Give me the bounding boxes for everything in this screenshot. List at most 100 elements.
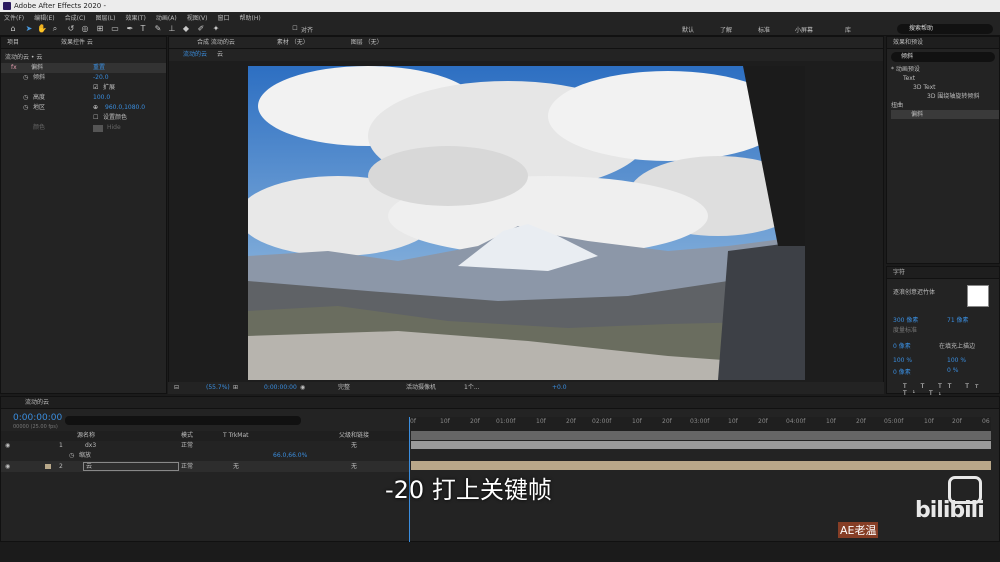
roto-brush-icon[interactable]: ✐ xyxy=(196,24,206,34)
tab-layer[interactable]: 图层 （无） xyxy=(351,39,383,46)
workspace-library[interactable]: 库 xyxy=(845,25,851,34)
skew-value[interactable]: -20.0 xyxy=(93,73,109,83)
mask-tool-icon[interactable]: ▭ xyxy=(110,24,120,34)
snapshot-icon[interactable]: ◉ xyxy=(300,382,305,394)
exposure-value[interactable]: +0.0 xyxy=(552,382,567,394)
workspace-small-screen[interactable]: 小屏幕 xyxy=(795,25,813,34)
timeline-tab[interactable]: 流动的云 xyxy=(1,397,999,409)
eye-icon[interactable]: ◉ xyxy=(5,441,10,451)
help-search-input[interactable]: 搜索帮助 xyxy=(897,24,993,34)
vertical-scale-value[interactable]: 100 % xyxy=(893,357,912,364)
tree-item[interactable]: Text xyxy=(891,74,999,83)
effects-search-input[interactable]: 倾斜 xyxy=(891,52,995,62)
stopwatch-icon[interactable]: ◷ xyxy=(69,451,74,461)
eraser-tool-icon[interactable]: ◆ xyxy=(181,24,191,34)
workspace-default[interactable]: 默认 xyxy=(682,25,694,34)
layer-parent[interactable]: 无 xyxy=(351,461,357,472)
brush-tool-icon[interactable]: ✎ xyxy=(153,24,163,34)
workspace-standard[interactable]: 标准 xyxy=(758,25,770,34)
zoom-tool-icon[interactable]: ⌕ xyxy=(50,24,60,34)
layer-row-selected[interactable]: ◉ 2 云 正常 无 无 xyxy=(1,461,409,472)
clone-tool-icon[interactable]: ⊥ xyxy=(167,24,177,34)
menu-view[interactable]: 视图(V) xyxy=(187,13,208,22)
stopwatch-icon[interactable]: ◷ xyxy=(23,103,28,113)
preview-icon[interactable]: ⊟ xyxy=(174,382,179,394)
home-icon[interactable]: ⌂ xyxy=(8,24,18,34)
stroke-width-value[interactable]: 0 像素 xyxy=(893,341,911,350)
eye-icon[interactable]: ◉ xyxy=(5,461,10,472)
timeline-timecode[interactable]: 0:00:00:00 xyxy=(13,413,62,423)
layer-mode[interactable]: 正常 xyxy=(181,441,193,451)
menu-file[interactable]: 文件(F) xyxy=(4,13,24,22)
kerning-dropdown[interactable]: 度量标准 xyxy=(893,325,917,334)
menu-layer[interactable]: 图层(L) xyxy=(96,13,116,22)
camera-tool-icon[interactable]: ◎ xyxy=(80,24,90,34)
current-timecode[interactable]: 0:00:00:00 xyxy=(264,382,297,394)
type-tool-icon[interactable]: T xyxy=(138,24,148,34)
scale-value[interactable]: 66.0,66.0% xyxy=(273,451,307,461)
camera-dropdown[interactable]: 活动摄像机 xyxy=(406,382,436,394)
menu-animation[interactable]: 动画(A) xyxy=(156,13,177,22)
layer-trkmat[interactable]: 无 xyxy=(233,461,239,472)
color-swatch[interactable] xyxy=(93,125,103,132)
subtab-clouds[interactable]: 云 xyxy=(217,51,223,58)
grid-icon[interactable]: ⊞ xyxy=(233,382,238,394)
layer-row[interactable]: ◉ 1 dx3 正常 无 xyxy=(1,441,409,451)
selection-tool-icon[interactable]: ➤ xyxy=(24,24,34,34)
menu-window[interactable]: 窗口 xyxy=(217,13,229,22)
font-size-value[interactable]: 300 像素 xyxy=(893,315,918,324)
stroke-mode-dropdown[interactable]: 在填充上描边 xyxy=(939,341,975,350)
font-dropdown[interactable]: 逐浪创意迟竹体 xyxy=(893,287,935,296)
tab-project[interactable]: 项目 xyxy=(7,39,19,46)
tab-footage[interactable]: 素材 （无） xyxy=(277,39,309,46)
effect-header-row[interactable]: fx 偏斜 重置 xyxy=(1,63,166,73)
tree-item[interactable]: 3D Text xyxy=(891,83,999,92)
property-label: 缩放 xyxy=(79,452,92,459)
horizontal-scale-value[interactable]: 100 % xyxy=(947,357,966,364)
layer-mode[interactable]: 正常 xyxy=(181,461,193,472)
tab-composition[interactable]: 合成 流动的云 xyxy=(197,39,235,46)
pan-behind-tool-icon[interactable]: ⊞ xyxy=(95,24,105,34)
puppet-tool-icon[interactable]: ✦ xyxy=(211,24,221,34)
views-dropdown[interactable]: 1个... xyxy=(464,382,480,394)
text-style-buttons[interactable]: T T TT Tт T¹ T₁ xyxy=(903,383,999,397)
layer-bar-1[interactable] xyxy=(411,441,991,449)
reset-link[interactable]: 重置 xyxy=(93,63,105,73)
timeline-search-input[interactable] xyxy=(65,416,301,425)
height-value[interactable]: 100.0 xyxy=(93,93,110,103)
checkbox-icon[interactable]: ☐ xyxy=(93,113,98,123)
zoom-dropdown[interactable]: (55.7%) xyxy=(206,382,230,394)
tree-item[interactable]: 3D 围绕轴旋转倾斜 xyxy=(891,92,999,101)
fill-color-swatch[interactable] xyxy=(967,285,989,307)
menu-composition[interactable]: 合成(C) xyxy=(65,13,86,22)
tree-item-selected[interactable]: 偏斜 xyxy=(891,110,999,119)
menu-help[interactable]: 帮助(H) xyxy=(240,13,261,22)
baseline-value[interactable]: 0 像素 xyxy=(893,367,911,376)
label-color-swatch[interactable] xyxy=(45,464,51,469)
stopwatch-icon[interactable]: ◷ xyxy=(23,73,28,83)
subtab-flowing-clouds[interactable]: 流动的云 xyxy=(183,51,207,58)
rotate-tool-icon[interactable]: ↺ xyxy=(66,24,76,34)
menu-edit[interactable]: 编辑(E) xyxy=(34,13,54,22)
pen-tool-icon[interactable]: ✒ xyxy=(125,24,135,34)
menu-effect[interactable]: 效果(T) xyxy=(126,13,146,22)
crosshair-icon[interactable]: ⊕ xyxy=(93,103,98,113)
tsume-value[interactable]: 0 % xyxy=(947,367,958,374)
workspace-learn[interactable]: 了解 xyxy=(720,25,732,34)
tree-item[interactable]: 扭曲 xyxy=(891,101,999,110)
snap-checkbox-icon[interactable]: ☐ xyxy=(290,24,300,34)
composition-viewer[interactable] xyxy=(248,66,805,380)
region-value[interactable]: 960.0,1080.0 xyxy=(105,103,145,113)
stopwatch-icon[interactable]: ◷ xyxy=(23,93,28,103)
hand-tool-icon[interactable]: ✋ xyxy=(37,24,47,34)
layer-parent[interactable]: 无 xyxy=(351,441,357,451)
work-area-bar[interactable] xyxy=(411,431,991,440)
layer-name-input[interactable]: 云 xyxy=(83,462,179,471)
layer-bar-2[interactable] xyxy=(411,461,991,470)
tree-item[interactable]: * 动画预设 xyxy=(891,65,999,74)
leading-value[interactable]: 71 像素 xyxy=(947,315,969,324)
resolution-dropdown[interactable]: 完整 xyxy=(338,382,350,394)
tab-effect-controls[interactable]: 效果控件 云 xyxy=(61,39,93,46)
layer-name[interactable]: dx3 xyxy=(85,441,96,451)
checkbox-icon[interactable]: ☑ xyxy=(93,83,98,93)
